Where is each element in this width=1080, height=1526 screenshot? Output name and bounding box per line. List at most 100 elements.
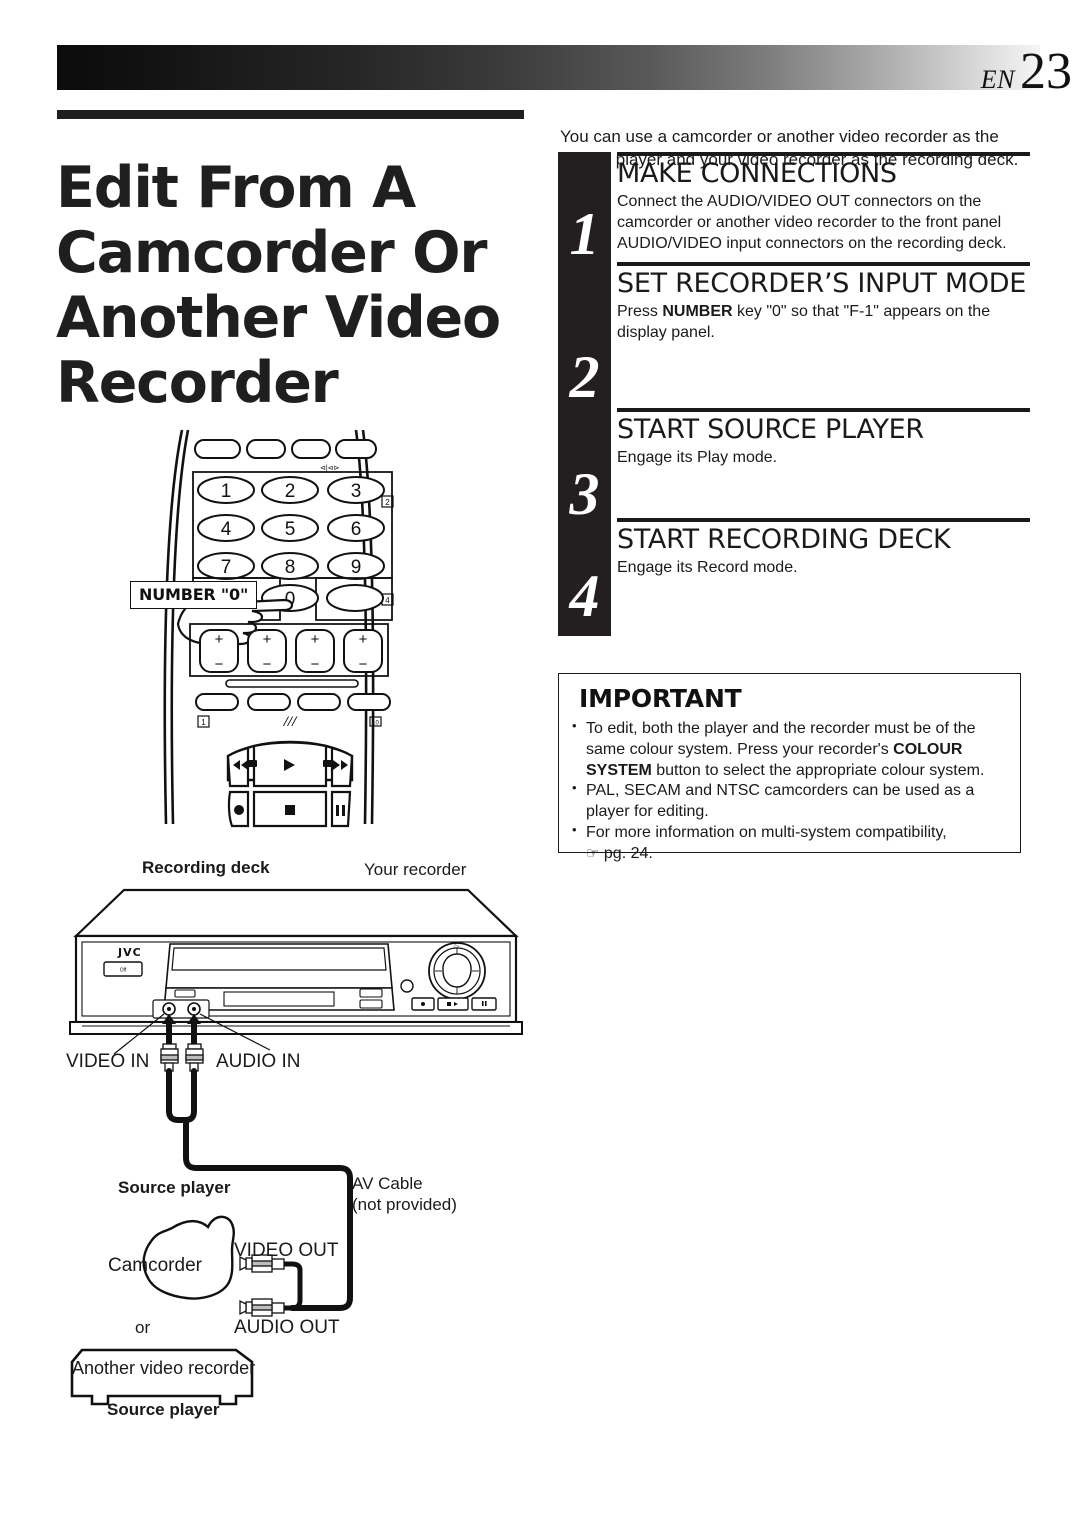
label-or: or xyxy=(135,1318,151,1337)
remote-function-button-3[interactable] xyxy=(297,693,341,711)
remote-key-label-5: 5 xyxy=(285,519,296,540)
step-rule xyxy=(617,152,1030,156)
label-video-out: VIDEO OUT xyxy=(234,1240,339,1261)
remote-key-label-7: 7 xyxy=(221,557,232,578)
remote-function-button-2[interactable] xyxy=(247,693,291,711)
step-body-3: Engage its Play mode. xyxy=(617,447,1030,468)
vcr-cassette-door-inner xyxy=(171,947,387,971)
label-audio-in: AUDIO IN xyxy=(216,1051,301,1072)
remote-plus-label-2: + xyxy=(263,631,272,648)
remote-key-label-3: 3 xyxy=(351,481,362,502)
step-block-3: START SOURCE PLAYER Engage its Play mode… xyxy=(617,408,1030,468)
remote-marker-label-4: 4 xyxy=(385,596,390,605)
number-zero-callout: NUMBER "0" xyxy=(130,581,258,609)
remote-minus-label-3: − xyxy=(311,656,320,673)
vcr-small-button-1[interactable] xyxy=(174,989,196,998)
step-number-2: 2 xyxy=(569,344,600,410)
remote-marker-label-1: 1 xyxy=(201,718,206,727)
remote-plus-label-4: + xyxy=(359,631,368,648)
remote-top-button-1[interactable] xyxy=(194,439,241,459)
cable-audio-branch xyxy=(183,1068,197,1123)
step-number-3: 3 xyxy=(569,461,600,527)
video-plug-band xyxy=(160,1054,179,1061)
remote-key-label-2: 2 xyxy=(285,481,296,502)
cable-video-branch xyxy=(166,1068,189,1123)
jog-dial-play-icon: ▷ xyxy=(455,944,460,950)
important-item-2-post: pg. 24. xyxy=(599,844,653,862)
record-icon xyxy=(234,805,244,815)
video-in-jack-center xyxy=(167,1007,171,1011)
remote-minus-label-1: − xyxy=(215,656,224,673)
remote-marker-label-2: 2 xyxy=(385,498,390,507)
remote-key-label-1: 1 xyxy=(221,481,232,502)
vcr-jog-dial-inner[interactable] xyxy=(442,953,472,988)
step-number-4: 4 xyxy=(569,563,600,629)
step-heading-1: MAKE CONNECTIONS xyxy=(617,158,897,189)
page-header-gradient-bar xyxy=(57,45,1040,90)
remote-plus-label-1: + xyxy=(215,631,224,648)
step-body-3-text: Engage its Play mode. xyxy=(617,449,778,467)
vcr-channel-up-button[interactable] xyxy=(359,988,383,998)
label-av-cable-line-2: (not provided) xyxy=(352,1194,457,1214)
remote-key-extra[interactable] xyxy=(326,584,384,612)
audio-out-plug-end xyxy=(239,1299,247,1316)
remote-top-row-marking: ⊲|⊲⊳ xyxy=(320,465,340,472)
cable-video-out-branch xyxy=(281,1261,303,1311)
vcr-pause-button[interactable] xyxy=(471,997,497,1011)
audio-in-jack-center xyxy=(192,1007,196,1011)
step-rule xyxy=(617,262,1030,266)
audio-plug-tip xyxy=(187,1043,202,1050)
remote-function-button-4[interactable] xyxy=(347,693,391,711)
important-list: To edit, both the player and the recorde… xyxy=(572,718,1012,865)
remote-top-button-4[interactable] xyxy=(335,439,377,459)
step-body-2: Press NUMBER key "0" so that "F-1" appea… xyxy=(617,301,1030,343)
remote-top-button-3[interactable] xyxy=(291,439,331,459)
label-your-recorder: Your recorder xyxy=(364,860,467,879)
remote-key-label-4: 4 xyxy=(221,519,232,540)
vcr-play-eject-button[interactable] xyxy=(437,997,469,1011)
important-list-item: For more information on multi-system com… xyxy=(572,822,1012,865)
rewind-secondary-icon xyxy=(248,760,257,767)
remote-pause-button[interactable] xyxy=(330,790,352,828)
step-heading-3: START SOURCE PLAYER xyxy=(617,414,924,445)
label-another-video-recorder: Another video recorder xyxy=(72,1358,256,1378)
label-av-cable: AV Cable (not provided) xyxy=(352,1174,457,1215)
important-item-1-text: PAL, SECAM and NTSC camcorders can be us… xyxy=(586,782,975,821)
label-video-in: VIDEO IN xyxy=(66,1051,150,1072)
remote-top-button-2[interactable] xyxy=(246,439,286,459)
important-box: IMPORTANT To edit, both the player and t… xyxy=(558,673,1021,862)
vcr-channel-down-button[interactable] xyxy=(359,999,383,1009)
pointing-hand-icon: ☞ xyxy=(586,843,600,862)
remote-marker-label-10: 10 xyxy=(372,721,379,727)
title-rule xyxy=(57,110,524,119)
stop-icon xyxy=(285,805,295,815)
label-source-player-top: Source player xyxy=(118,1178,231,1197)
important-item-0-post: button to select the appropriate colour … xyxy=(651,761,985,779)
label-source-player-bottom: Source player xyxy=(107,1400,220,1419)
step-rule xyxy=(617,518,1030,522)
remote-minus-label-2: − xyxy=(263,656,272,673)
remote-minus-label-4: − xyxy=(359,656,368,673)
jvc-logo: JVC xyxy=(117,946,142,959)
remote-speed-icon: /// xyxy=(283,714,298,730)
step-body-2-pre: Press xyxy=(617,303,663,321)
step-body-4-text: Engage its Record mode. xyxy=(617,559,798,577)
pause-icon-right xyxy=(342,805,345,816)
forward-secondary-icon xyxy=(323,760,332,767)
vcr-stop-icon xyxy=(447,1002,451,1006)
audio-out-plug-band xyxy=(251,1304,273,1311)
page-title-line-3: Another Video xyxy=(56,285,501,352)
remote-key-label-9: 9 xyxy=(351,557,362,578)
label-recording-deck: Recording deck xyxy=(142,858,270,877)
vcr-round-button[interactable] xyxy=(400,979,414,993)
vcr-base xyxy=(69,1021,523,1035)
remote-control-illustration: ⊲|⊲⊳ 1 2 3 4 5 6 7 8 9 2 4 0 + + + + − −… xyxy=(163,429,394,828)
remote-function-button-1[interactable] xyxy=(195,693,239,711)
important-list-item: PAL, SECAM and NTSC camcorders can be us… xyxy=(572,780,1012,823)
page-title-line-2: Camcorder Or xyxy=(56,220,488,287)
remote-slider-bar[interactable] xyxy=(225,679,359,688)
step-body-1: Connect the AUDIO/VIDEO OUT connectors o… xyxy=(617,191,1030,254)
important-list-item: To edit, both the player and the recorde… xyxy=(572,718,1012,781)
important-title: IMPORTANT xyxy=(579,684,742,713)
step-block-2: SET RECORDER’S INPUT MODE Press NUMBER k… xyxy=(617,262,1030,343)
